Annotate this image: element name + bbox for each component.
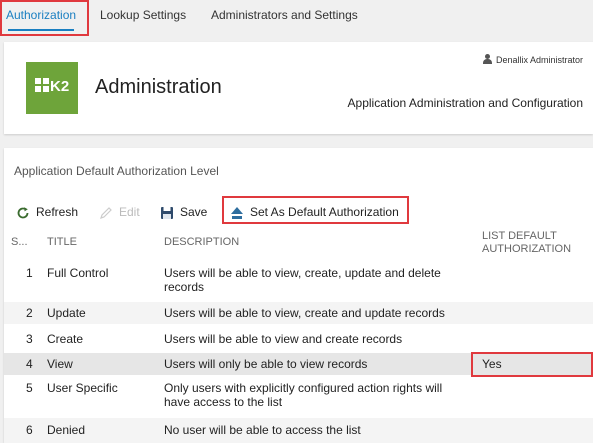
logo-text: K2	[50, 78, 70, 95]
page-subtitle: Application Administration and Configura…	[347, 96, 583, 110]
highlight-box-set-default-button	[222, 196, 409, 224]
save-icon	[161, 206, 173, 219]
row-sequence: 5	[26, 381, 33, 395]
table-row[interactable]: 3 Create Users will be able to view and …	[4, 328, 593, 350]
edit-label: Edit	[119, 205, 140, 219]
k2-logo-mark	[35, 78, 49, 92]
table-row[interactable]: 1 Full Control Users will be able to vie…	[4, 261, 593, 296]
row-title: Full Control	[47, 266, 109, 280]
column-header-list-default-authorization[interactable]: LIST DEFAULT AUTHORIZATION	[482, 230, 582, 256]
column-header-description[interactable]: DESCRIPTION	[164, 236, 239, 249]
row-title: User Specific	[47, 381, 118, 395]
current-user-name: Denallix Administrator	[495, 55, 583, 65]
row-description: Users will be able to view, create and u…	[164, 306, 445, 320]
table-row[interactable]: 6 Denied No user will be able to access …	[4, 418, 593, 443]
row-title: Denied	[47, 423, 86, 437]
save-button[interactable]: Save	[160, 204, 207, 220]
current-user[interactable]: Denallix Administrator	[482, 54, 583, 66]
refresh-button[interactable]: Refresh	[16, 204, 78, 220]
refresh-label: Refresh	[36, 205, 79, 219]
row-description: Users will be able to view and create re…	[164, 332, 403, 346]
user-icon	[482, 54, 492, 64]
row-description: No user will be able to access the list	[164, 423, 361, 437]
edit-button[interactable]: Edit	[99, 204, 140, 220]
table-row[interactable]: 5 User Specific Only users with explicit…	[4, 376, 593, 414]
highlight-box-default-yes	[471, 352, 593, 377]
row-sequence: 6	[26, 423, 33, 437]
table-row[interactable]: 2 Update Users will be able to view, cre…	[4, 302, 593, 324]
row-sequence: 3	[26, 332, 33, 346]
save-label: Save	[180, 205, 208, 219]
row-sequence: 1	[26, 266, 33, 280]
tab-lookup-settings[interactable]: Lookup Settings	[100, 0, 186, 36]
refresh-icon	[17, 207, 29, 219]
panel-title: Application Default Authorization Level	[14, 164, 219, 178]
row-description: Users will only be able to view records	[164, 357, 368, 371]
column-header-sequence[interactable]: S...	[11, 236, 28, 249]
tab-administrators-label: Administrators and Settings	[211, 8, 358, 22]
k2-logo: K2	[26, 62, 78, 114]
edit-icon	[100, 206, 112, 219]
tab-lookup-settings-label: Lookup Settings	[100, 8, 187, 22]
row-sequence: 4	[26, 357, 33, 371]
row-description: Only users with explicitly configured ac…	[164, 381, 443, 409]
page-title: Administration	[95, 76, 222, 98]
app-header: K2 Administration Denallix Administrator…	[4, 42, 593, 134]
row-title: Update	[47, 306, 86, 320]
column-header-title[interactable]: TITLE	[47, 236, 77, 249]
authorization-panel: Application Default Authorization Level …	[4, 148, 593, 443]
row-description: Users will be able to view, create, upda…	[164, 266, 441, 294]
row-title: View	[47, 357, 73, 371]
tab-administrators-and-settings[interactable]: Administrators and Settings	[211, 0, 358, 36]
highlight-box-authorization-tab	[0, 0, 89, 36]
row-title: Create	[47, 332, 84, 346]
row-sequence: 2	[26, 306, 33, 320]
